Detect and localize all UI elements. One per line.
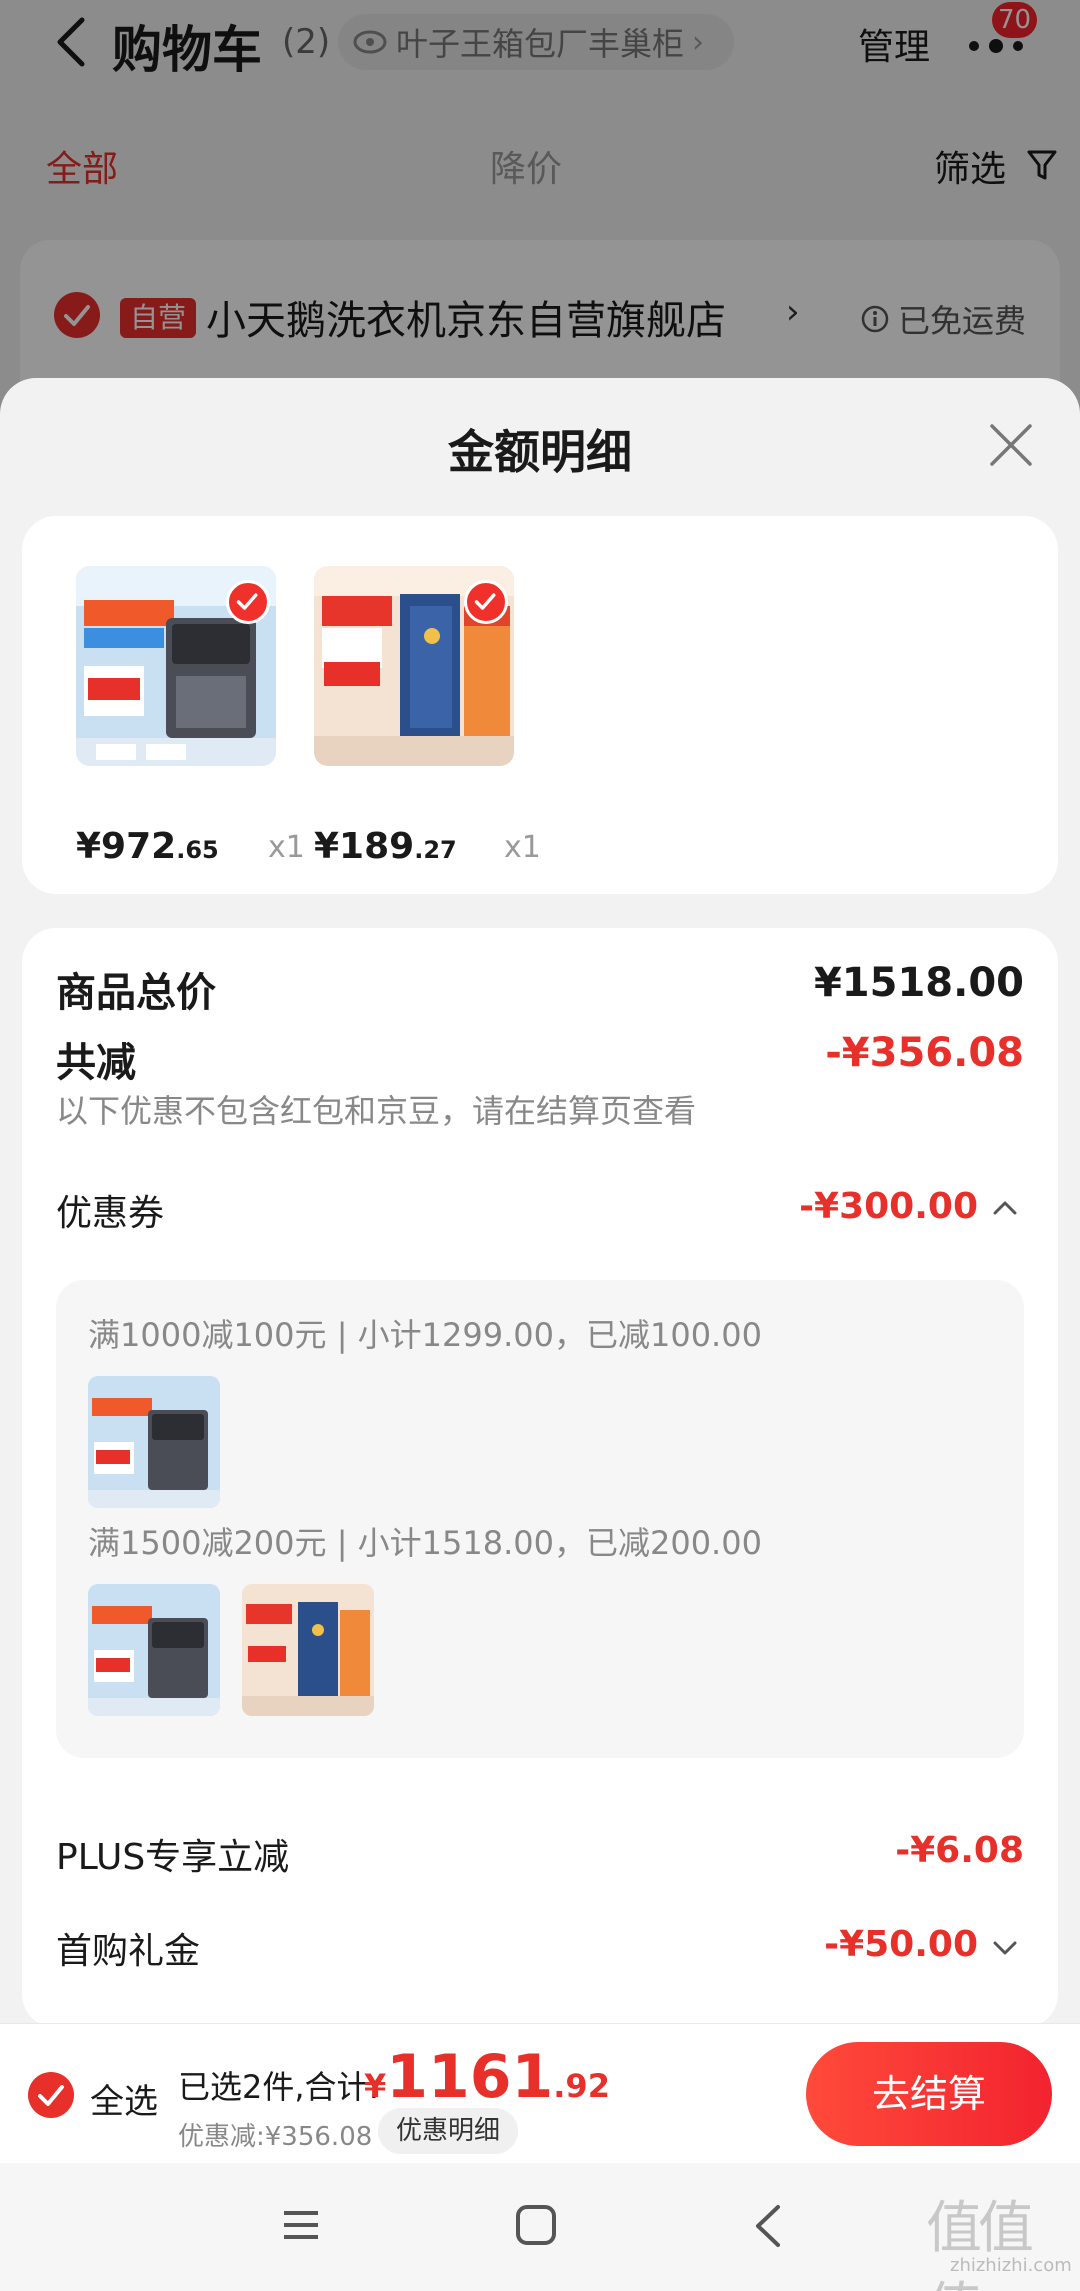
reduction-value: -¥356.08 (825, 1030, 1024, 1076)
coupon-product-thumb (242, 1584, 374, 1716)
check-icon (38, 2085, 64, 2106)
coupon-product-thumb (88, 1584, 220, 1716)
price-detail-card: 商品总价 ¥1518.00 共减 -¥356.08 以下优惠不包含红包和京豆，请… (22, 928, 1058, 2028)
selected-items-card: ¥972.65 x1 ¥189.27 x1 (22, 516, 1058, 894)
plus-discount-value: -¥6.08 (895, 1830, 1024, 1871)
plus-discount-label: PLUS专享立减 (56, 1837, 290, 1878)
discount-detail-button[interactable]: 优惠明细 (378, 2108, 519, 2154)
amount-detail-sheet: 金额明细 ¥972.65 x1 ¥189.27 x1 商品总价 ¥1518.00… (0, 378, 1080, 2291)
back-nav-icon[interactable] (752, 2203, 784, 2249)
coupon-breakdown: 满1000减100元 | 小计1299.00，已减100.00 满1500减20… (56, 1280, 1024, 1758)
total-amount: ¥1161.92 (364, 2042, 610, 2112)
check-icon (236, 593, 258, 610)
coupon-value[interactable]: -¥300.00 (799, 1186, 978, 1227)
item-selected-check[interactable] (226, 580, 270, 624)
modal-overlay[interactable] (0, 0, 1080, 420)
item-selected-check[interactable] (464, 580, 508, 624)
item-quantity: x1 (268, 830, 305, 865)
home-icon[interactable] (514, 2203, 558, 2247)
total-price-label: 商品总价 (56, 970, 216, 1016)
chevron-down-icon[interactable] (992, 1938, 1018, 1956)
sheet-title: 金额明细 (448, 425, 632, 479)
reduction-label: 共减 (56, 1040, 136, 1086)
selected-summary: 已选2件,合计: (178, 2068, 380, 2106)
coupon-rule: 满1500减200元 | 小计1518.00，已减200.00 (88, 1524, 762, 1562)
item-quantity: x1 (504, 830, 541, 865)
check-icon (474, 593, 496, 610)
chevron-up-icon[interactable] (992, 1198, 1018, 1216)
product-item[interactable]: ¥189.27 x1 (314, 566, 541, 867)
first-purchase-label: 首购礼金 (56, 1931, 201, 1972)
watermark-url: zhizhizhi.com (950, 2255, 1072, 2276)
coupon-label: 优惠券 (56, 1193, 165, 1234)
system-nav-bar: 值值值 zhizhizhi.com (0, 2163, 1080, 2291)
checkout-button[interactable]: 去结算 (806, 2042, 1052, 2146)
select-all-label[interactable]: 全选 (90, 2074, 158, 2123)
first-purchase-value[interactable]: -¥50.00 (824, 1924, 978, 1965)
coupon-product-thumb (88, 1376, 220, 1508)
discount-summary: 优惠减:¥356.08 (178, 2122, 373, 2152)
item-price: ¥189.27 (314, 826, 457, 867)
product-item[interactable]: ¥972.65 x1 (76, 566, 305, 867)
close-icon[interactable] (986, 420, 1036, 470)
item-price: ¥972.65 (76, 826, 219, 867)
select-all-checkbox[interactable] (28, 2072, 74, 2118)
recent-apps-icon[interactable] (280, 2205, 322, 2245)
reduction-note: 以下优惠不包含红包和京豆，请在结算页查看 (56, 1092, 697, 1130)
coupon-rule: 满1000减100元 | 小计1299.00，已减100.00 (88, 1316, 762, 1354)
total-price-value: ¥1518.00 (813, 960, 1024, 1006)
checkout-bar: 全选 已选2件,合计: ¥1161.92 优惠减:¥356.08 优惠明细 去结… (0, 2023, 1080, 2163)
